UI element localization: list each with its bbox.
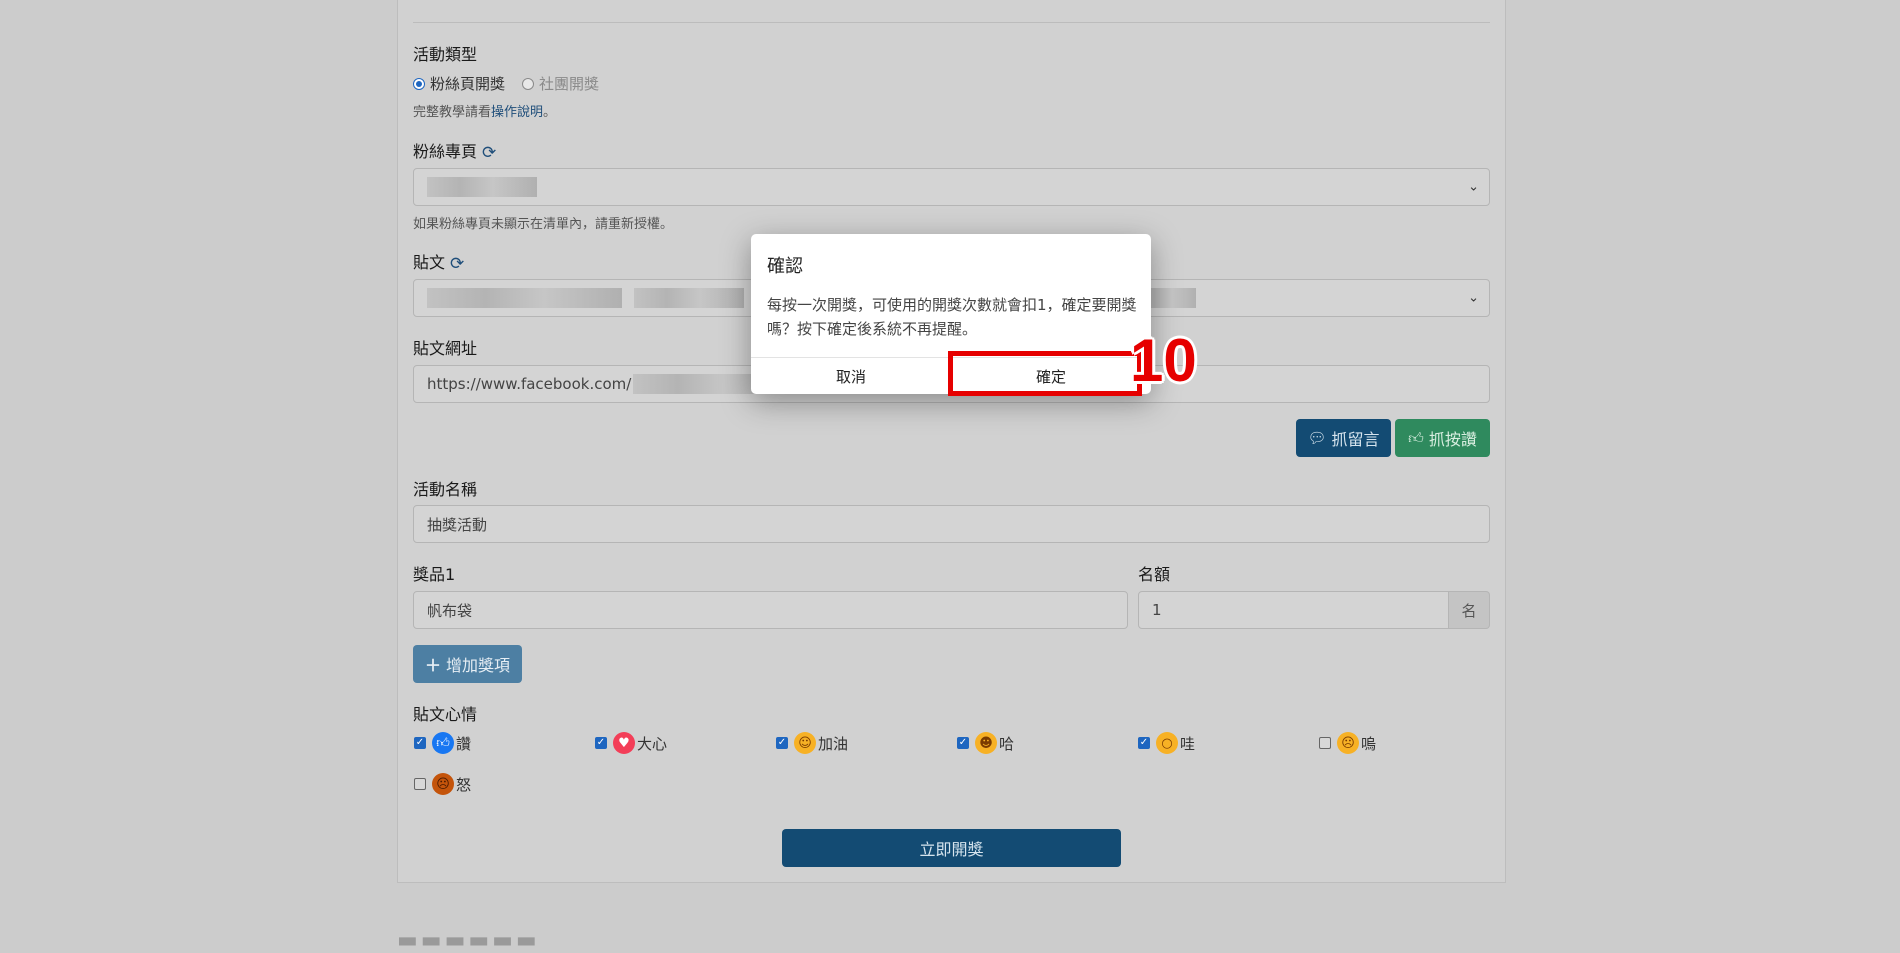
reactions-label: 貼文心情 — [413, 705, 478, 724]
add-prize-label: 增加獎項 — [446, 656, 511, 675]
reaction-label: 怒 — [456, 775, 472, 794]
redacted-value — [427, 288, 622, 308]
event-name-input[interactable]: 抽獎活動 — [413, 505, 1490, 543]
reaction-label: 讚 — [456, 734, 472, 753]
draw-now-button[interactable]: 立即開獎 — [782, 829, 1121, 867]
dialog-message: 每按一次開獎，可使用的開獎次數就會扣1，確定要開獎嗎？按下確定後系統不再提醒。 — [767, 296, 1137, 338]
fetch-comments-button[interactable]: 💬︎ 抓留言 — [1296, 419, 1391, 457]
reaction-love[interactable]: ✓ ♥ 大心 — [595, 732, 667, 754]
step-number-annotation: 10 — [1130, 327, 1197, 394]
event-name-value: 抽獎活動 — [427, 515, 488, 534]
radio-label: 社團開獎 — [539, 75, 600, 93]
quota-unit: 名 — [1461, 601, 1477, 620]
prize-label: 獎品1 — [413, 565, 456, 584]
refresh-icon[interactable]: ⟳ — [450, 254, 464, 274]
radio-group-draw[interactable]: 社團開獎 — [522, 73, 599, 94]
reaction-like[interactable]: ✓ 👍︎ 讚 — [414, 732, 471, 754]
activity-type-label: 活動類型 — [413, 45, 478, 64]
fanpage-hint: 如果粉絲專頁未顯示在清單內，請重新授權。 — [413, 217, 674, 232]
tutorial-hint: 完整教學請看操作說明。 — [413, 101, 556, 120]
dialog-title: 確認 — [767, 256, 803, 277]
post-url-value: https://www.facebook.com/ — [427, 375, 632, 393]
radio-button[interactable] — [522, 77, 535, 90]
reaction-label: 嗚 — [1361, 734, 1377, 753]
prize-value: 帆布袋 — [427, 601, 473, 620]
fanpage-select[interactable]: ⌄ — [413, 168, 1490, 206]
chevron-down-icon: ⌄ — [1468, 179, 1479, 195]
checkbox[interactable]: ✓ — [414, 737, 426, 749]
divider — [413, 22, 1490, 23]
post-label-text: 貼文 — [413, 253, 446, 272]
activity-type-radio-group: 粉絲頁開獎 社團開獎 — [413, 73, 616, 94]
checkbox[interactable]: ✓ — [595, 737, 607, 749]
next-section-heading-cut: ▬▬▬▬▬▬ — [397, 928, 540, 953]
quota-unit-addon: 名 — [1449, 591, 1490, 629]
chevron-down-icon: ⌄ — [1468, 290, 1479, 306]
comment-icon: 💬︎ — [1307, 429, 1327, 447]
radio-fanpage-draw[interactable]: 粉絲頁開獎 — [413, 73, 505, 94]
fetch-likes-label: 抓按讚 — [1428, 430, 1477, 449]
reaction-care[interactable]: ✓ ☺ 加油 — [776, 732, 848, 754]
thumbs-up-icon: 👍︎ — [1408, 428, 1424, 447]
refresh-icon[interactable]: ⟳ — [482, 143, 496, 163]
reaction-angry[interactable]: ☹ 怒 — [414, 773, 471, 795]
draw-now-label: 立即開獎 — [919, 840, 984, 859]
redacted-value — [427, 177, 537, 197]
plus-icon: ＋ — [424, 656, 441, 675]
checkbox[interactable]: ✓ — [1138, 737, 1150, 749]
reaction-label: 加油 — [818, 734, 849, 753]
quota-value: 1 — [1152, 601, 1162, 619]
reaction-label: 哈 — [999, 734, 1015, 753]
tutorial-suffix: 。 — [543, 105, 557, 120]
like-icon: 👍︎ — [432, 732, 454, 754]
fetch-likes-button[interactable]: 👍︎ 抓按讚 — [1395, 419, 1490, 457]
fanpage-label-text: 粉絲專頁 — [413, 142, 478, 161]
fetch-comments-label: 抓留言 — [1331, 430, 1380, 449]
reaction-wow[interactable]: ✓ ○ 哇 — [1138, 732, 1195, 754]
reaction-label: 大心 — [637, 734, 668, 753]
checkbox[interactable] — [414, 778, 426, 790]
redacted-value — [634, 288, 744, 308]
add-prize-button[interactable]: ＋ 增加獎項 — [413, 645, 522, 683]
quota-input[interactable]: 1 — [1138, 591, 1449, 629]
highlight-box — [948, 351, 1142, 396]
radio-button[interactable] — [413, 77, 425, 90]
haha-icon: ☻ — [975, 732, 997, 754]
tutorial-link[interactable]: 操作說明 — [491, 105, 543, 120]
reaction-haha[interactable]: ✓ ☻ 哈 — [957, 732, 1014, 754]
wow-icon: ○ — [1156, 732, 1178, 754]
angry-icon: ☹ — [432, 773, 454, 795]
fanpage-label: 粉絲專頁 ⟳ — [413, 138, 496, 163]
reaction-label: 哇 — [1180, 734, 1196, 753]
sad-icon: ☹ — [1337, 732, 1359, 754]
radio-label: 粉絲頁開獎 — [430, 75, 506, 93]
checkbox[interactable]: ✓ — [957, 737, 969, 749]
event-name-label: 活動名稱 — [413, 480, 478, 499]
checkbox[interactable]: ✓ — [776, 737, 788, 749]
tutorial-prefix: 完整教學請看 — [413, 105, 492, 120]
prize-input[interactable]: 帆布袋 — [413, 591, 1128, 629]
quota-label: 名額 — [1138, 565, 1171, 584]
post-url-label: 貼文網址 — [413, 339, 478, 358]
love-icon: ♥ — [613, 732, 635, 754]
post-label: 貼文 ⟳ — [413, 249, 464, 274]
cancel-button[interactable]: 取消 — [751, 358, 951, 394]
care-icon: ☺ — [794, 732, 816, 754]
reaction-sad[interactable]: ☹ 嗚 — [1319, 732, 1376, 754]
checkbox[interactable] — [1319, 737, 1331, 749]
